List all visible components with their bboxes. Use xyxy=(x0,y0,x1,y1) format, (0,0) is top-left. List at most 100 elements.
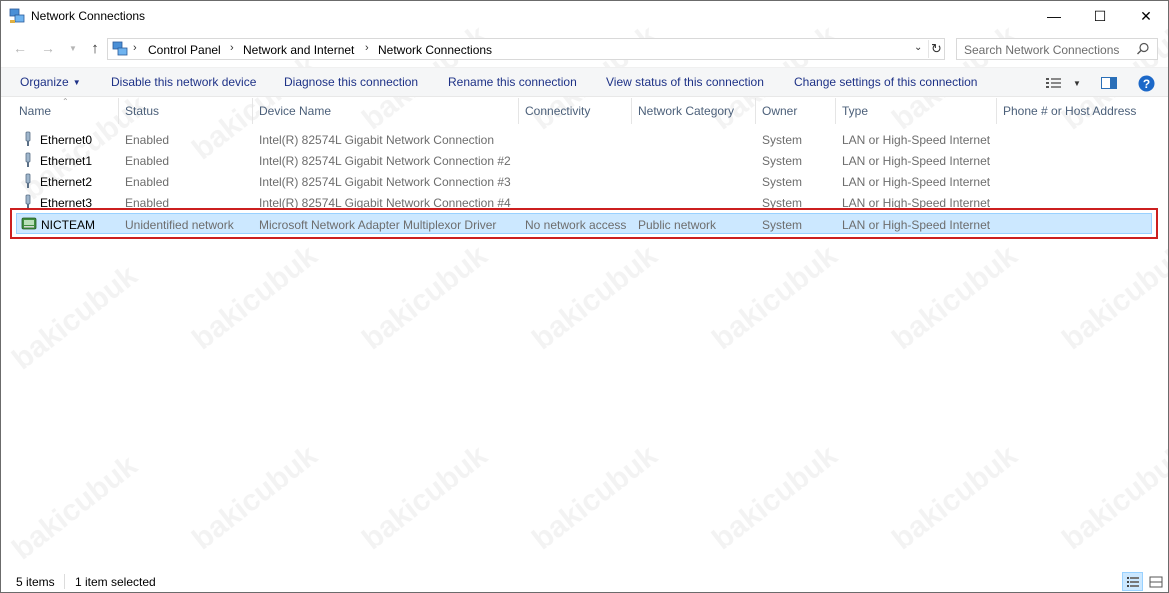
maximize-button[interactable]: ☐ xyxy=(1077,1,1123,31)
refresh-icon[interactable]: ↻ xyxy=(928,40,944,58)
connection-type: LAN or High-Speed Internet xyxy=(842,133,991,147)
connection-owner: System xyxy=(762,154,803,168)
help-icon: ? xyxy=(1138,75,1155,91)
watermark-text: bakicubuk xyxy=(186,238,324,357)
change-view-button[interactable]: ▼ xyxy=(1045,74,1081,92)
connection-name: Ethernet0 xyxy=(40,133,93,147)
command-bar: Organize ▼ Disable this network device Di… xyxy=(1,67,1168,97)
column-header-name[interactable]: Name xyxy=(19,104,51,118)
organize-button[interactable]: Organize ▼ xyxy=(20,75,81,89)
watermark-text: bakicubuk xyxy=(886,438,1024,557)
column-header-device-name[interactable]: Device Name xyxy=(259,104,331,118)
details-view-icon xyxy=(1046,78,1061,88)
watermark-text: bakicubuk xyxy=(6,448,144,567)
column-divider[interactable] xyxy=(631,98,632,124)
watermark-text: bakicubuk xyxy=(186,438,324,557)
disable-device-button[interactable]: Disable this network device xyxy=(111,75,256,89)
selection-count: 1 item selected xyxy=(75,575,156,589)
connection-device: Intel(R) 82574L Gigabit Network Connecti… xyxy=(259,133,495,147)
column-header-phone-or-host[interactable]: Phone # or Host Address xyxy=(1003,104,1136,118)
breadcrumb-separator: › xyxy=(230,42,234,54)
search-icon[interactable] xyxy=(1136,42,1150,56)
connection-device: Intel(R) 82574L Gigabit Network Connecti… xyxy=(259,175,511,189)
title-bar: Network Connections — ☐ ✕ xyxy=(1,1,1168,32)
connection-status: Enabled xyxy=(125,175,170,189)
column-divider[interactable] xyxy=(755,98,756,124)
column-header-owner[interactable]: Owner xyxy=(762,104,797,118)
annotation-highlight-box xyxy=(10,208,1158,239)
table-row[interactable]: Ethernet2 Enabled Intel(R) 82574L Gigabi… xyxy=(16,171,1152,192)
connection-name: Ethernet1 xyxy=(40,154,93,168)
large-icons-view-icon xyxy=(1149,576,1162,587)
ethernet-adapter-icon xyxy=(25,173,31,188)
diagnose-connection-button[interactable]: Diagnose this connection xyxy=(284,75,418,89)
up-arrow-icon[interactable]: ↑ xyxy=(86,38,104,58)
details-view-icon xyxy=(1126,576,1139,587)
column-divider[interactable] xyxy=(835,98,836,124)
preview-pane-icon xyxy=(1101,77,1117,89)
column-divider[interactable] xyxy=(996,98,997,124)
watermark-text: bakicubuk xyxy=(356,238,494,357)
watermark-text: bakicubuk xyxy=(706,438,844,557)
column-header-status[interactable]: Status xyxy=(125,104,159,118)
watermark-text: bakicubuk xyxy=(526,238,664,357)
connection-name: Ethernet2 xyxy=(40,175,93,189)
column-header-network-category[interactable]: Network Category xyxy=(638,104,734,118)
rename-connection-button[interactable]: Rename this connection xyxy=(448,75,577,89)
connection-device: Intel(R) 82574L Gigabit Network Connecti… xyxy=(259,154,511,168)
address-bar[interactable]: › Control Panel › Network and Internet ›… xyxy=(107,38,945,60)
organize-label: Organize xyxy=(20,75,69,89)
column-header-connectivity[interactable]: Connectivity xyxy=(525,104,590,118)
column-divider[interactable] xyxy=(518,98,519,124)
help-button[interactable]: ? xyxy=(1138,74,1155,92)
breadcrumb-control-panel[interactable]: Control Panel xyxy=(148,43,221,57)
watermark-text: bakicubuk xyxy=(526,438,664,557)
column-divider[interactable] xyxy=(252,98,253,124)
address-dropdown-chevron-icon[interactable]: ⌄ xyxy=(914,42,922,53)
breadcrumb-network-and-internet[interactable]: Network and Internet xyxy=(243,43,354,57)
connection-type: LAN or High-Speed Internet xyxy=(842,175,991,189)
table-row[interactable]: Ethernet1 Enabled Intel(R) 82574L Gigabi… xyxy=(16,150,1152,171)
connection-status: Enabled xyxy=(125,133,170,147)
view-status-button[interactable]: View status of this connection xyxy=(606,75,764,89)
svg-text:?: ? xyxy=(1143,77,1150,91)
ethernet-adapter-icon xyxy=(25,152,31,167)
network-connections-icon xyxy=(9,8,25,23)
chevron-down-icon: ▼ xyxy=(72,78,81,87)
watermark-text: bakicubuk xyxy=(1056,238,1169,357)
item-count: 5 items xyxy=(16,575,55,589)
chevron-down-icon: ▼ xyxy=(1073,78,1081,88)
network-connections-window: bakicubuk bakicubuk bakicubuk bakicubuk baki… xyxy=(0,0,1169,593)
close-button[interactable]: ✕ xyxy=(1123,1,1168,31)
breadcrumb-separator: › xyxy=(133,42,137,54)
column-headers: Name Status Device Name Connectivity Net… xyxy=(1,98,1168,124)
watermark-text: bakicubuk xyxy=(886,238,1024,357)
large-icons-view-toggle[interactable] xyxy=(1145,572,1166,591)
back-arrow-icon[interactable]: ← xyxy=(11,38,29,58)
details-view-toggle[interactable] xyxy=(1122,572,1143,591)
connection-status: Enabled xyxy=(125,154,170,168)
watermark-text: bakicubuk xyxy=(706,238,844,357)
column-divider[interactable] xyxy=(118,98,119,124)
connection-type: LAN or High-Speed Internet xyxy=(842,154,991,168)
breadcrumb-separator: › xyxy=(365,42,369,54)
search-input[interactable]: Search Network Connections xyxy=(956,38,1158,60)
forward-arrow-icon[interactable]: → xyxy=(39,38,57,58)
connection-owner: System xyxy=(762,175,803,189)
address-row: ← → ▼ ↑ › Control Panel › Network and In… xyxy=(1,34,1168,62)
table-row[interactable]: Ethernet0 Enabled Intel(R) 82574L Gigabi… xyxy=(16,129,1152,150)
search-placeholder: Search Network Connections xyxy=(964,43,1120,57)
status-divider xyxy=(64,574,65,589)
column-header-type[interactable]: Type xyxy=(842,104,868,118)
watermark-text: bakicubuk xyxy=(356,438,494,557)
watermark-text: bakicubuk xyxy=(1056,438,1169,557)
status-bar: 5 items 1 item selected xyxy=(1,571,1168,592)
connection-owner: System xyxy=(762,133,803,147)
minimize-button[interactable]: — xyxy=(1031,1,1077,31)
window-title: Network Connections xyxy=(31,9,146,23)
breadcrumb-network-connections[interactable]: Network Connections xyxy=(378,43,492,57)
recent-locations-chevron-icon[interactable]: ▼ xyxy=(64,38,82,58)
change-settings-button[interactable]: Change settings of this connection xyxy=(794,75,977,89)
preview-pane-button[interactable] xyxy=(1101,74,1117,92)
watermark-text: bakicubuk xyxy=(6,258,144,377)
